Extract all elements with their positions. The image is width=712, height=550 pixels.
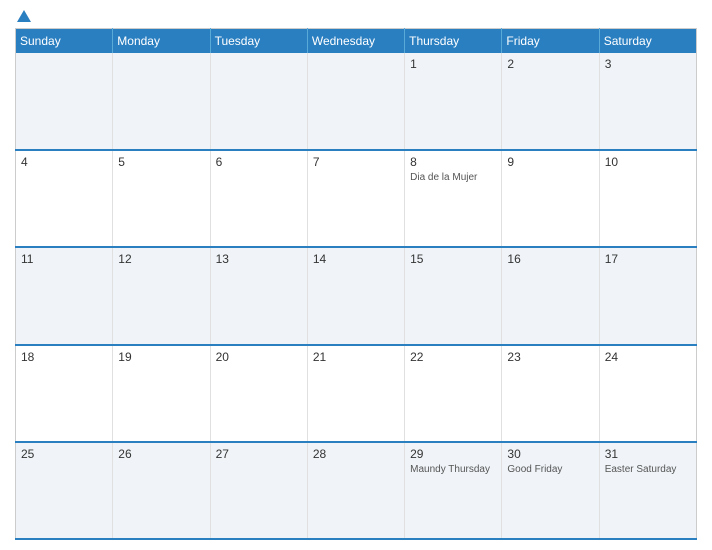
day-number: 20 [216, 350, 302, 364]
holiday-label: Maundy Thursday [410, 463, 496, 476]
day-number: 15 [410, 252, 496, 266]
calendar-cell: 30 Good Friday [502, 442, 599, 539]
calendar-body: 12345678Dia de la Mujer91011121314151617… [16, 53, 697, 539]
holiday-label: Dia de la Mujer [410, 171, 496, 184]
day-number: 31 [605, 447, 691, 461]
weekday-header: Tuesday [210, 29, 307, 54]
weekday-header: Friday [502, 29, 599, 54]
calendar-cell: 9 [502, 150, 599, 247]
calendar-cell [307, 53, 404, 150]
calendar-week-row: 18 19 20 21 22 23 24 [16, 345, 697, 442]
day-number: 12 [118, 252, 204, 266]
day-number: 29 [410, 447, 496, 461]
day-number: 7 [313, 155, 399, 169]
day-number: 18 [21, 350, 107, 364]
logo-triangle-icon [17, 10, 31, 22]
holiday-label: Good Friday [507, 463, 593, 476]
day-number: 2 [507, 57, 593, 71]
day-number: 5 [118, 155, 204, 169]
weekday-row: SundayMondayTuesdayWednesdayThursdayFrid… [16, 29, 697, 54]
page: SundayMondayTuesdayWednesdayThursdayFrid… [0, 0, 712, 550]
day-number: 10 [605, 155, 691, 169]
calendar-cell: 10 [599, 150, 696, 247]
logo [15, 10, 31, 22]
day-number: 13 [216, 252, 302, 266]
calendar-cell: 27 [210, 442, 307, 539]
calendar-cell: 26 [113, 442, 210, 539]
calendar-cell: 24 [599, 345, 696, 442]
day-number: 19 [118, 350, 204, 364]
day-number: 22 [410, 350, 496, 364]
weekday-header: Monday [113, 29, 210, 54]
calendar-cell: 28 [307, 442, 404, 539]
day-number: 28 [313, 447, 399, 461]
day-number: 26 [118, 447, 204, 461]
day-number: 21 [313, 350, 399, 364]
day-number: 16 [507, 252, 593, 266]
calendar-cell: 14 [307, 247, 404, 344]
calendar-cell [113, 53, 210, 150]
day-number: 3 [605, 57, 691, 71]
calendar-cell: 31 Easter Saturday [599, 442, 696, 539]
calendar-week-row: 45678 Dia de la Mujer 9 10 [16, 150, 697, 247]
day-number: 14 [313, 252, 399, 266]
calendar-cell: 1 [405, 53, 502, 150]
day-number: 8 [410, 155, 496, 169]
day-number: 27 [216, 447, 302, 461]
calendar-cell: 29 Maundy Thursday [405, 442, 502, 539]
calendar-header: SundayMondayTuesdayWednesdayThursdayFrid… [16, 29, 697, 54]
day-number: 17 [605, 252, 691, 266]
calendar-cell: 6 [210, 150, 307, 247]
calendar-week-row: 123 [16, 53, 697, 150]
weekday-header: Saturday [599, 29, 696, 54]
day-number: 23 [507, 350, 593, 364]
weekday-header: Thursday [405, 29, 502, 54]
calendar-cell: 8 Dia de la Mujer [405, 150, 502, 247]
day-number: 25 [21, 447, 107, 461]
calendar-week-row: 25 26 27 28 29 Maundy Thursday 30 Good Friday 31… [16, 442, 697, 539]
calendar-cell [16, 53, 113, 150]
day-number: 24 [605, 350, 691, 364]
calendar-cell: 15 [405, 247, 502, 344]
day-number: 11 [21, 252, 107, 266]
calendar-cell: 4 [16, 150, 113, 247]
calendar-cell: 12 [113, 247, 210, 344]
calendar-cell: 22 [405, 345, 502, 442]
calendar-cell: 21 [307, 345, 404, 442]
calendar-cell: 20 [210, 345, 307, 442]
calendar-cell: 13 [210, 247, 307, 344]
calendar-cell: 19 [113, 345, 210, 442]
calendar-cell: 23 [502, 345, 599, 442]
calendar-cell: 16 [502, 247, 599, 344]
header [15, 10, 697, 22]
calendar-cell: 7 [307, 150, 404, 247]
calendar-cell: 3 [599, 53, 696, 150]
day-number: 6 [216, 155, 302, 169]
calendar-cell: 11 [16, 247, 113, 344]
calendar-cell [210, 53, 307, 150]
calendar-cell: 18 [16, 345, 113, 442]
day-number: 4 [21, 155, 107, 169]
calendar-cell: 2 [502, 53, 599, 150]
day-number: 30 [507, 447, 593, 461]
weekday-header: Wednesday [307, 29, 404, 54]
holiday-label: Easter Saturday [605, 463, 691, 476]
day-number: 9 [507, 155, 593, 169]
weekday-header: Sunday [16, 29, 113, 54]
calendar-table: SundayMondayTuesdayWednesdayThursdayFrid… [15, 28, 697, 540]
calendar-cell: 5 [113, 150, 210, 247]
calendar-cell: 25 [16, 442, 113, 539]
calendar-cell: 17 [599, 247, 696, 344]
calendar-week-row: 11 12 13 14 15 16 17 [16, 247, 697, 344]
day-number: 1 [410, 57, 496, 71]
